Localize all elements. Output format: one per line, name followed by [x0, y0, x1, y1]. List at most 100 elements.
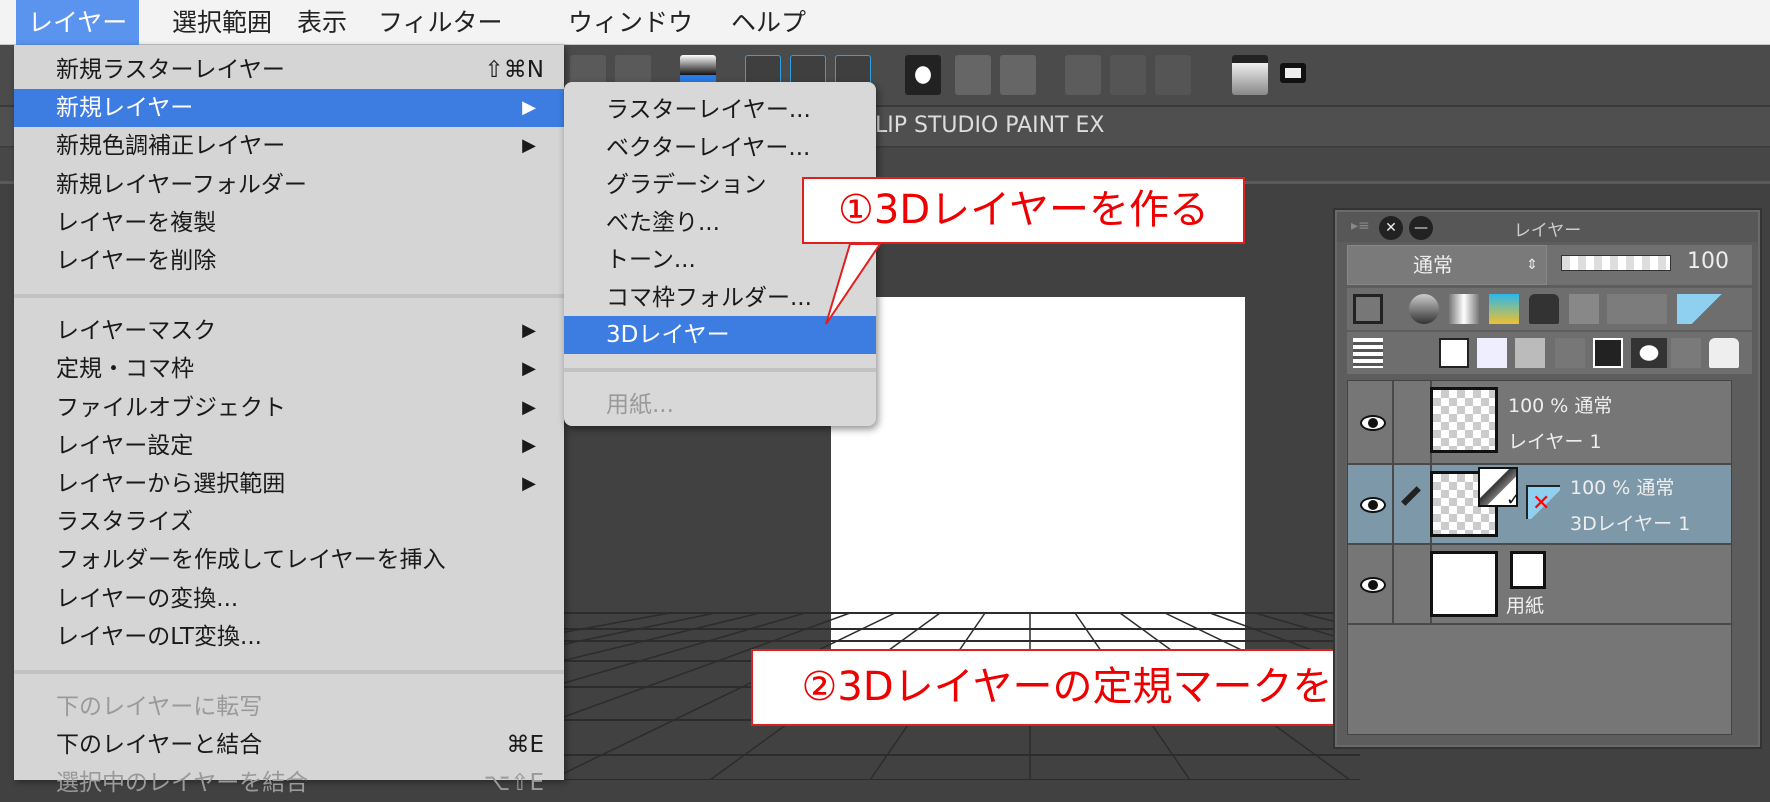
layer-row[interactable]: 100 % 通常 レイヤー 1 — [1348, 381, 1731, 465]
menu-item[interactable]: レイヤーを複製 — [14, 204, 564, 242]
menu-item[interactable]: レイヤー設定 ▶ — [14, 427, 564, 465]
menubar-item[interactable]: ウィンドウ — [556, 0, 705, 45]
paper-icon — [1510, 551, 1546, 589]
new-vector-layer-icon[interactable] — [1477, 338, 1507, 368]
blend-mode-value: 通常 — [1413, 253, 1453, 277]
new-layer-submenu: ラスターレイヤー... ベクターレイヤー... グラデーション べた塗り... トーン.… — [564, 82, 876, 426]
menu-item-label: レイヤー設定 — [56, 432, 194, 459]
menubar-item[interactable]: 選択範囲 — [160, 0, 284, 45]
redo-icon[interactable] — [1110, 55, 1146, 95]
layer-row[interactable]: 用紙 — [1348, 545, 1731, 625]
menu-item-label: レイヤーを削除 — [56, 248, 217, 274]
menu-item[interactable]: 新規ラスターレイヤー ⇧⌘N — [14, 51, 564, 89]
merge-down-icon[interactable] — [1593, 338, 1623, 368]
menu-item-label: 下のレイヤーと結合 — [56, 732, 263, 759]
draft-icon[interactable] — [1489, 294, 1519, 324]
mask-toggle-icon[interactable] — [1607, 294, 1667, 324]
new-folder-icon[interactable] — [1515, 338, 1545, 368]
color-swatch-icon[interactable] — [1353, 294, 1383, 324]
menubar-item[interactable]: 表示 — [285, 0, 359, 45]
menu-item[interactable]: ラスタライズ — [14, 503, 564, 541]
layer-info: 100 % 通常 — [1570, 477, 1675, 499]
menu-item[interactable]: レイヤーを削除 — [14, 242, 564, 280]
menu-item[interactable]: ファイルオブジェクト ▶ — [14, 389, 564, 427]
layer-command-row — [1347, 332, 1752, 374]
eye-icon[interactable] — [1360, 497, 1386, 513]
menu-item-label: 選択中のレイヤーを結合 — [56, 770, 309, 797]
eye-icon[interactable] — [1360, 577, 1386, 593]
menu-item-label: 新規レイヤー — [56, 95, 194, 122]
menu-item[interactable]: レイヤーの変換... — [14, 580, 564, 618]
menu-item[interactable]: レイヤーから選択範囲 ▶ — [14, 465, 564, 503]
menu-item[interactable]: 新規色調補正レイヤー ▶ — [14, 127, 564, 165]
layer-panel: ▸≡ ✕ — レイヤー 通常 ⇕ 100 100 % 通常 レイヤー 1 ✓ ✕ 100 … — [1335, 210, 1760, 747]
menu-item[interactable]: 新規レイヤーフォルダー — [14, 166, 564, 204]
reference-icon[interactable] — [1449, 294, 1479, 324]
menubar-item[interactable]: ヘルプ — [719, 0, 818, 45]
menu-item: 選択中のレイヤーを結合 ⌥⇧E — [14, 764, 564, 802]
layer-row[interactable]: ✓ ✕ 100 % 通常 3Dレイヤー 1 — [1348, 465, 1731, 545]
undo-icon[interactable] — [1065, 55, 1101, 95]
layer-property-row — [1347, 288, 1752, 330]
opacity-slider[interactable] — [1561, 255, 1671, 271]
layer-info: 100 % 通常 — [1508, 395, 1613, 417]
lock-icon[interactable] — [1529, 294, 1559, 324]
opacity-value[interactable]: 100 — [1687, 249, 1729, 274]
submenu-arrow-icon: ▶ — [522, 320, 536, 342]
menu-item-label: レイヤーのLT変換... — [56, 623, 262, 650]
menu-item-label: トーン... — [606, 247, 696, 273]
menu-item[interactable]: トーン... — [564, 241, 876, 279]
flip-vertical-icon[interactable] — [1000, 55, 1036, 95]
rotate-icon[interactable] — [905, 55, 941, 95]
layer-menu: 新規ラスターレイヤー ⇧⌘N 新規レイヤー ▶ 新規色調補正レイヤー ▶ 新規レイヤーフォル… — [14, 45, 564, 796]
menu-item: 下のレイヤーに転写 — [14, 688, 564, 726]
menu-shortcut: ⇧⌘N — [484, 57, 544, 83]
menu-item[interactable]: レイヤーのLT変換... — [14, 618, 564, 656]
menu-item-label: ラスタライズ — [56, 509, 193, 536]
image-icon[interactable] — [1232, 55, 1268, 95]
menu-item[interactable]: 3Dレイヤー — [564, 316, 876, 354]
menu-item[interactable]: コマ枠フォルダー... — [564, 279, 876, 317]
menu-separator — [564, 367, 876, 372]
combine-icon[interactable] — [1155, 55, 1191, 95]
submenu-arrow-icon: ▶ — [522, 396, 536, 418]
column-divider — [1392, 545, 1394, 623]
layer-name: レイヤー 1 — [1508, 431, 1602, 453]
blend-row: 通常 ⇕ 100 — [1347, 245, 1752, 285]
menu-item[interactable]: レイヤーマスク ▶ — [14, 312, 564, 350]
clip-icon[interactable] — [1409, 294, 1439, 324]
transfer-down-icon[interactable] — [1555, 338, 1585, 368]
menu-item[interactable]: ベクターレイヤー... — [564, 129, 876, 167]
menu-item-label: ラスターレイヤー... — [606, 97, 811, 123]
ruler-toggle-icon[interactable] — [1677, 294, 1737, 324]
layer-stack-icon[interactable] — [1353, 338, 1383, 368]
submenu-arrow-icon: ▶ — [522, 358, 536, 380]
menu-separator — [14, 670, 564, 674]
lock-transparency-icon[interactable] — [1569, 294, 1599, 324]
eye-icon[interactable] — [1360, 415, 1386, 431]
mask-icon[interactable] — [1631, 338, 1667, 368]
canvas-paper[interactable] — [831, 297, 1245, 657]
menu-item[interactable]: 新規レイヤー ▶ — [14, 89, 564, 128]
menu-item[interactable]: 定規・コマ枠 ▶ — [14, 350, 564, 388]
flip-horizontal-icon[interactable] — [955, 55, 991, 95]
menubar-item[interactable]: フィルター — [366, 0, 515, 45]
menu-item[interactable]: 下のレイヤーと結合 ⌘E — [14, 726, 564, 764]
menu-item[interactable]: ラスターレイヤー... — [564, 91, 876, 129]
menu-shortcut: ⌘E — [506, 732, 544, 759]
trash-icon[interactable] — [1709, 338, 1739, 368]
menu-item-label: レイヤーの変換... — [56, 585, 239, 612]
apply-mask-icon[interactable] — [1671, 338, 1701, 368]
pen-icon — [1401, 486, 1421, 506]
submenu-arrow-icon: ▶ — [522, 97, 536, 119]
menu-item-label: コマ枠フォルダー... — [606, 284, 812, 311]
menu-item-label: フォルダーを作成してレイヤーを挿入 — [56, 547, 446, 574]
camera-icon[interactable] — [1280, 63, 1306, 83]
new-raster-layer-icon[interactable] — [1439, 338, 1469, 368]
menu-item-label: ベクターレイヤー... — [606, 134, 811, 161]
menu-item: 用紙... — [564, 386, 876, 424]
blend-mode-select[interactable]: 通常 ⇕ — [1347, 245, 1547, 285]
menu-item[interactable]: フォルダーを作成してレイヤーを挿入 — [14, 541, 564, 579]
menubar-item[interactable]: レイヤー — [16, 0, 140, 45]
menu-item-label: レイヤーマスク — [56, 318, 217, 345]
